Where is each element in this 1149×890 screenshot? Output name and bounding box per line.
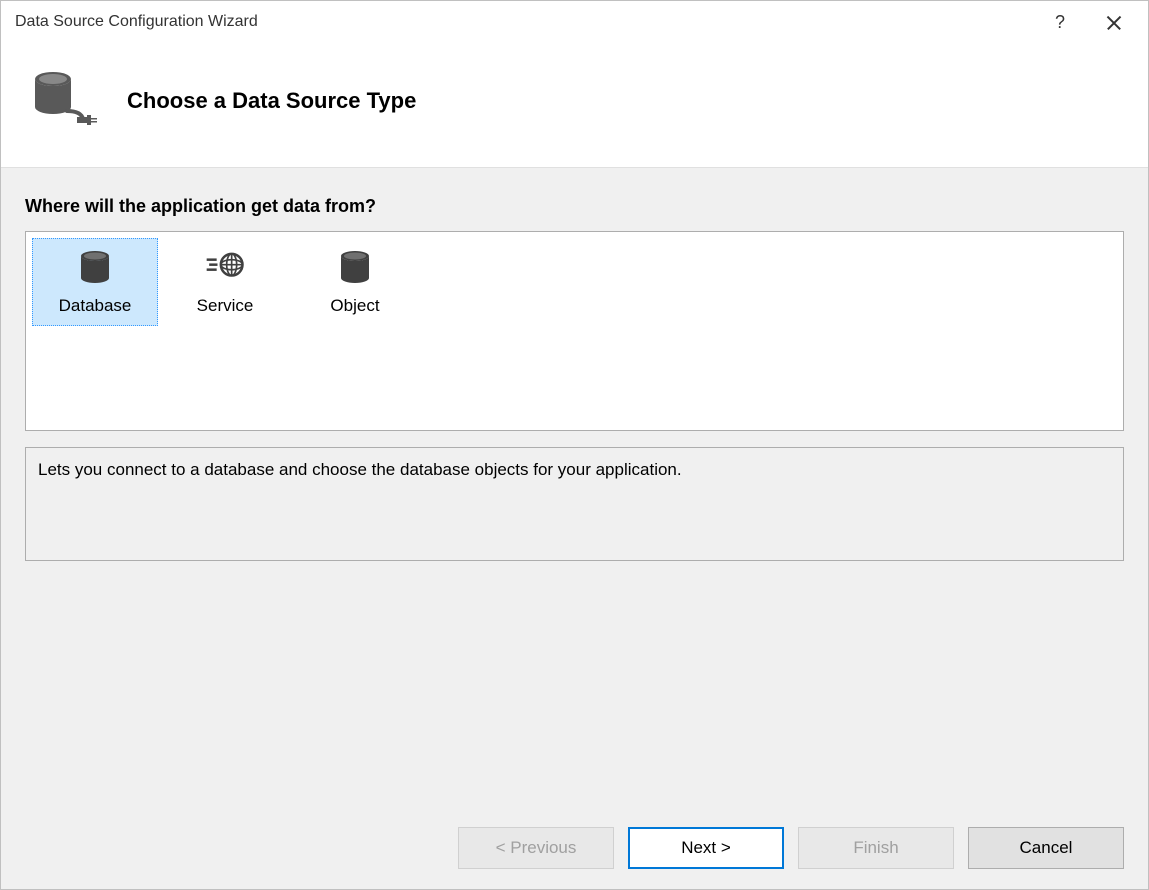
prompt-label: Where will the application get data from… xyxy=(25,196,1124,217)
service-icon xyxy=(205,248,245,288)
source-option-object[interactable]: Object xyxy=(292,238,418,326)
sources-panel: Database Service xyxy=(25,231,1124,431)
source-label: Service xyxy=(197,296,254,316)
source-option-database[interactable]: Database xyxy=(32,238,158,326)
next-button[interactable]: Next > xyxy=(628,827,784,869)
finish-button: Finish xyxy=(798,827,954,869)
database-icon xyxy=(75,248,115,288)
help-button[interactable]: ? xyxy=(1055,12,1065,33)
source-label: Object xyxy=(330,296,379,316)
object-icon xyxy=(335,248,375,288)
titlebar-actions: ? xyxy=(1055,12,1138,33)
source-label: Database xyxy=(59,296,132,316)
wizard-header: Choose a Data Source Type xyxy=(1,43,1148,167)
close-button[interactable] xyxy=(1105,13,1123,31)
titlebar: Data Source Configuration Wizard ? xyxy=(1,1,1148,43)
previous-button: < Previous xyxy=(458,827,614,869)
window-title: Data Source Configuration Wizard xyxy=(15,13,1055,31)
source-option-service[interactable]: Service xyxy=(162,238,288,326)
description-panel: Lets you connect to a database and choos… xyxy=(25,447,1124,561)
content-area: Where will the application get data from… xyxy=(1,167,1148,811)
wizard-footer: < Previous Next > Finish Cancel xyxy=(1,811,1148,889)
wizard-icon xyxy=(25,65,97,137)
page-title: Choose a Data Source Type xyxy=(127,88,416,114)
cancel-button[interactable]: Cancel xyxy=(968,827,1124,869)
